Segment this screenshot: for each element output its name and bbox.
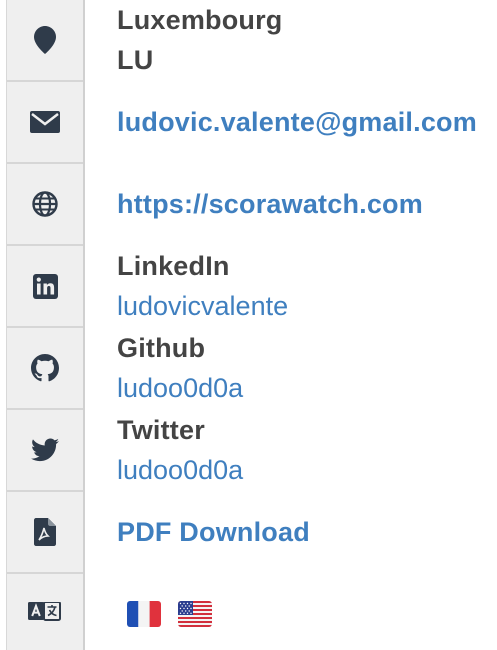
twitter-label: Twitter bbox=[117, 415, 205, 445]
address-country: Luxembourg bbox=[117, 5, 283, 35]
language-cell bbox=[7, 574, 83, 650]
icon-sidebar bbox=[6, 0, 85, 650]
fr-flag-icon[interactable] bbox=[127, 601, 161, 627]
globe-icon bbox=[32, 191, 58, 217]
twitter-link[interactable]: ludoo0d0a bbox=[117, 450, 243, 490]
github-label: Github bbox=[117, 333, 206, 363]
pdf-download-link[interactable]: PDF Download bbox=[117, 512, 310, 552]
translate-icon bbox=[28, 602, 61, 621]
email-link[interactable]: ludovic.valente@gmail.com bbox=[117, 102, 477, 142]
github-icon bbox=[31, 354, 59, 382]
contact-panel: Luxembourg LU ludovic.valente@gmail.com … bbox=[0, 0, 497, 650]
us-flag-icon[interactable] bbox=[178, 601, 212, 627]
twitter-cell bbox=[7, 410, 83, 492]
linkedin-icon bbox=[32, 273, 58, 299]
github-link[interactable]: ludoo0d0a bbox=[117, 368, 243, 408]
linkedin-cell bbox=[7, 246, 83, 328]
pdf-file-icon bbox=[34, 518, 56, 546]
email-cell bbox=[7, 82, 83, 164]
website-cell bbox=[7, 164, 83, 246]
linkedin-label: LinkedIn bbox=[117, 251, 230, 281]
location-cell bbox=[7, 0, 83, 82]
github-cell bbox=[7, 328, 83, 410]
location-pin-icon bbox=[34, 26, 56, 54]
pdf-cell bbox=[7, 492, 83, 574]
address-code: LU bbox=[117, 45, 154, 75]
twitter-icon bbox=[31, 438, 59, 462]
linkedin-link[interactable]: ludovicvalente bbox=[117, 286, 288, 326]
website-link[interactable]: https://scorawatch.com bbox=[117, 184, 423, 224]
envelope-icon bbox=[30, 111, 60, 133]
